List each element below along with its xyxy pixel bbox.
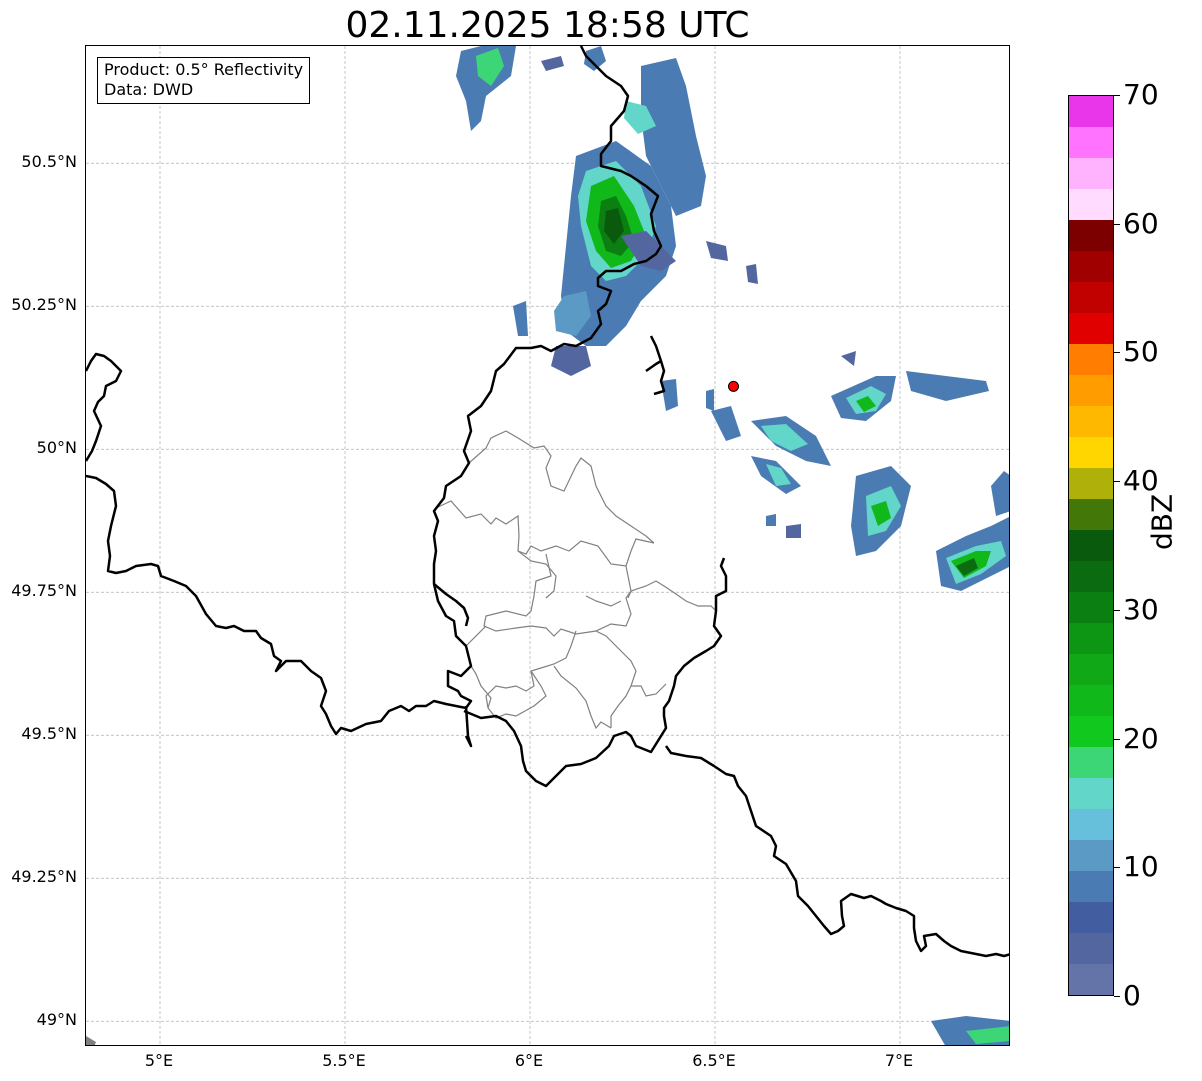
colorbar-segment: [1069, 623, 1113, 654]
colorbar-segment: [1069, 282, 1113, 313]
colorbar-segment: [1069, 964, 1113, 995]
colorbar-segment: [1069, 344, 1113, 375]
colorbar-segment: [1069, 375, 1113, 406]
colorbar-segment: [1069, 220, 1113, 251]
colorbar-segment: [1069, 127, 1113, 158]
lat-tick-label: 49°N: [36, 1010, 77, 1030]
echo-cell-southeast: [86, 1016, 1009, 1045]
map-title: 02.11.2025 18:58 UTC: [345, 5, 750, 46]
colorbar-tick: [1114, 738, 1120, 740]
colorbar: [1068, 95, 1114, 996]
lat-tick-label: 49.5°N: [21, 724, 77, 744]
colorbar-segment: [1069, 809, 1113, 840]
colorbar-segment: [1069, 406, 1113, 437]
colorbar-tick-label: 20: [1123, 721, 1159, 755]
colorbar-segment: [1069, 313, 1113, 344]
colorbar-segment: [1069, 158, 1113, 189]
echo-cell-east-scatter: [661, 351, 1009, 591]
lat-tick-label: 50.25°N: [11, 295, 77, 315]
colorbar-segment: [1069, 592, 1113, 623]
colorbar-tick-label: 30: [1123, 592, 1159, 626]
colorbar-segment: [1069, 778, 1113, 809]
product-label: Product: 0.5° Reflectivity: [104, 60, 304, 79]
colorbar-tick-label: 10: [1123, 850, 1159, 884]
colorbar-tick: [1114, 996, 1120, 997]
colorbar-segment: [1069, 654, 1113, 685]
lon-tick-label: 6.5°E: [692, 1051, 736, 1070]
colorbar-segment: [1069, 437, 1113, 468]
colorbar-tick: [1114, 609, 1120, 611]
colorbar-unit-label: dBZ: [1145, 493, 1179, 550]
colorbar-segment: [1069, 468, 1113, 499]
colorbar-segment: [1069, 902, 1113, 933]
lat-tick-label: 50°N: [36, 438, 77, 458]
lat-tick-label: 49.25°N: [11, 867, 77, 887]
colorbar-segment: [1069, 685, 1113, 716]
colorbar-tick: [1114, 352, 1120, 354]
colorbar-tick: [1114, 223, 1120, 225]
colorbar-segment: [1069, 747, 1113, 778]
colorbar-segment: [1069, 189, 1113, 220]
colorbar-tick: [1114, 95, 1120, 96]
colorbar-segment: [1069, 499, 1113, 530]
colorbar-tick-label: 50: [1123, 335, 1159, 369]
colorbar-segment: [1069, 933, 1113, 964]
product-info-box: Product: 0.5° Reflectivity Data: DWD: [97, 57, 311, 104]
colorbar-tick-label: 0: [1123, 979, 1141, 1012]
colorbar-tick: [1114, 867, 1120, 869]
radar-site: [728, 380, 739, 392]
colorbar-segment: [1069, 561, 1113, 592]
colorbar-segment: [1069, 840, 1113, 871]
colorbar-segment: [1069, 251, 1113, 282]
colorbar-tick-label: 40: [1123, 464, 1159, 498]
colorbar-segment: [1069, 716, 1113, 747]
colorbar-tick-label: 70: [1123, 78, 1159, 111]
map-panel[interactable]: [85, 45, 1010, 1046]
colorbar-segment: [1069, 530, 1113, 561]
lon-tick-label: 7°E: [884, 1051, 914, 1070]
lon-tick-label: 5.5°E: [322, 1051, 366, 1070]
colorbar-tick-label: 60: [1123, 206, 1159, 240]
echo-cell-north-band: [456, 46, 758, 376]
colorbar-segment: [1069, 871, 1113, 902]
colorbar-segment: [1069, 96, 1113, 127]
map-canvas[interactable]: [86, 46, 1010, 1046]
lat-tick-label: 49.75°N: [11, 581, 77, 601]
lat-tick-label: 50.5°N: [21, 152, 77, 172]
lon-tick-label: 5°E: [144, 1051, 174, 1070]
data-source-label: Data: DWD: [104, 80, 194, 99]
colorbar-tick: [1114, 481, 1120, 483]
lon-tick-label: 6°E: [514, 1051, 544, 1070]
